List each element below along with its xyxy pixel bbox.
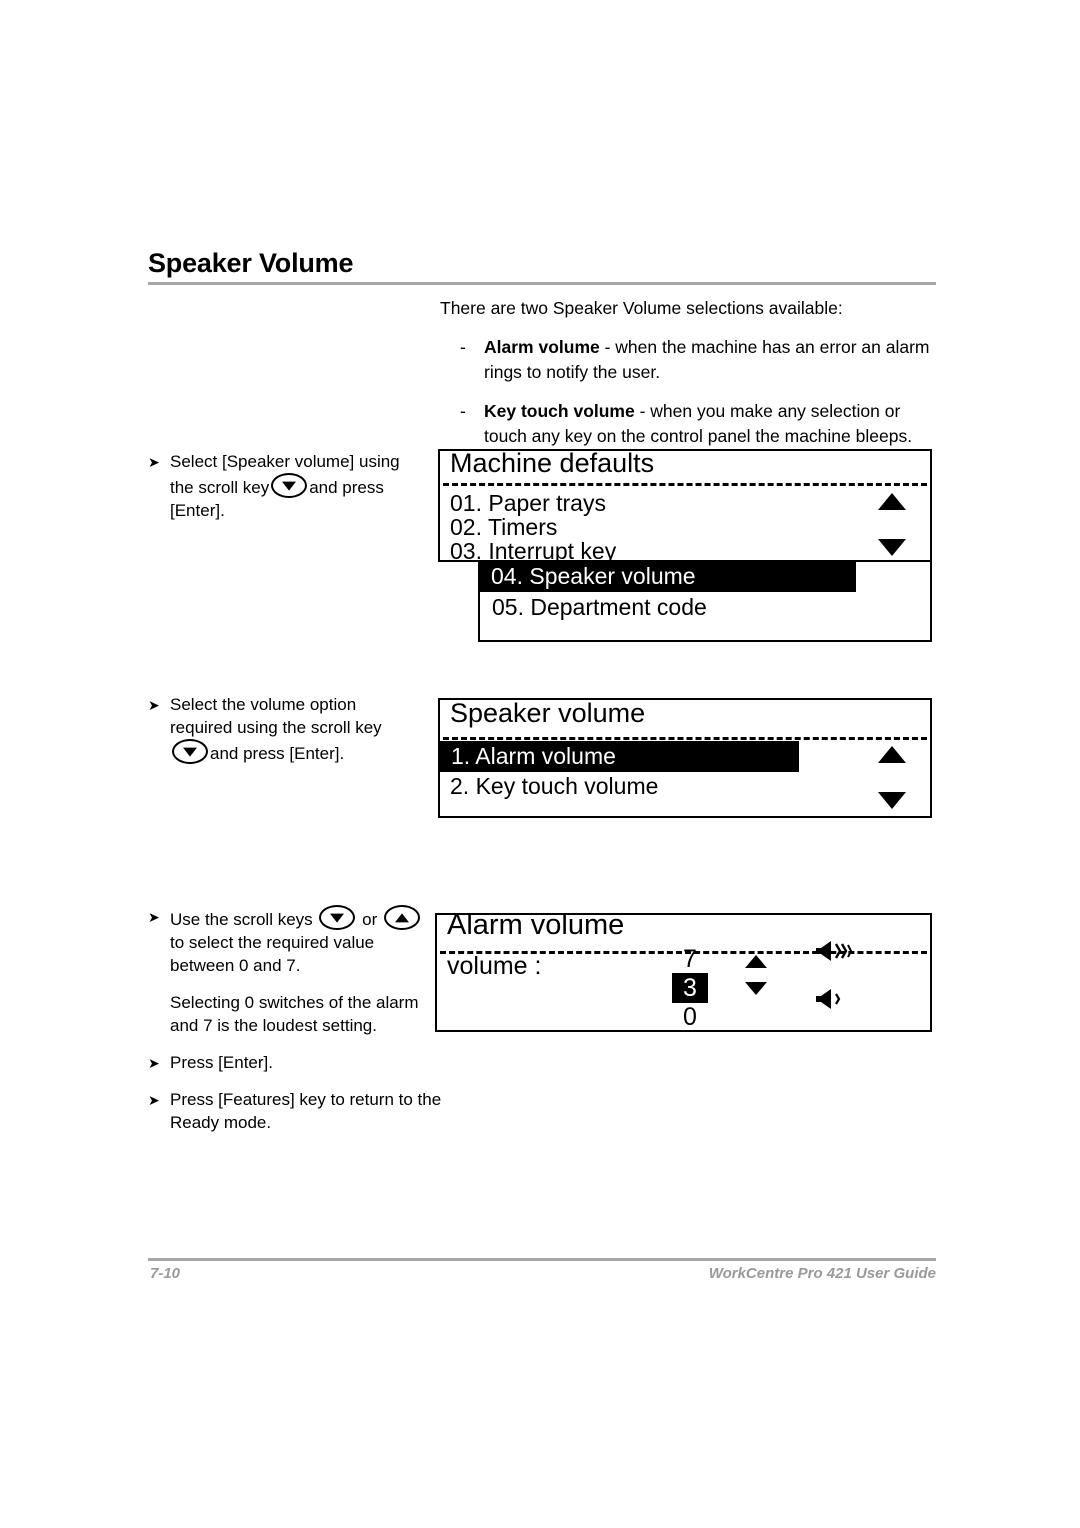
- lcd-panel-machine-defaults-upper: Machine defaults 01. Paper trays 02. Tim…: [438, 448, 932, 564]
- step-2-text-part-1: Select the volume option required using …: [170, 695, 382, 737]
- lcd-list-item[interactable]: 2. Key touch volume: [450, 771, 658, 801]
- bullet-dash: -: [460, 337, 466, 357]
- footer-divider: [148, 1258, 936, 1261]
- intro-bullet-alarm-volume: - Alarm volume - when the machine has an …: [440, 335, 940, 385]
- intro-block: There are two Speaker Volume selections …: [440, 296, 940, 463]
- lcd-panel-machine-defaults-lower: 04. Speaker volume 05. Department code: [478, 560, 932, 642]
- lcd-title-speaker-volume: Speaker volume: [450, 698, 646, 728]
- step-1: ➤ Select [Speaker volume] using the scrol…: [148, 450, 420, 522]
- lcd-list-item-selected[interactable]: 1. Alarm volume: [439, 741, 799, 772]
- volume-value-stepper[interactable]: 7 3 0: [655, 945, 725, 1031]
- scroll-down-arrow-icon[interactable]: [745, 982, 767, 995]
- step-bullet-arrow: ➤: [148, 1055, 160, 1071]
- step-2: ➤ Select the volume option required using…: [148, 693, 420, 765]
- step-4: ➤ Press [Enter].: [148, 1051, 428, 1074]
- bullet-term: Alarm volume: [484, 337, 600, 357]
- instruction-step-1: ➤ Select [Speaker volume] using the scrol…: [148, 450, 420, 522]
- volume-current-value[interactable]: 3: [672, 973, 708, 1003]
- volume-min-value: 0: [683, 1003, 697, 1031]
- lcd-value-label: volume :: [447, 952, 542, 980]
- scroll-down-key-icon: [172, 739, 208, 764]
- intro-lead: There are two Speaker Volume selections …: [440, 298, 843, 318]
- step-3-text-part-2: or: [362, 910, 378, 929]
- step-5: ➤ Press [Features] key to return to the R…: [148, 1088, 470, 1134]
- lcd-panel-speaker-volume: Speaker volume 1. Alarm volume 2. Key to…: [438, 698, 932, 818]
- page-title: Speaker Volume: [148, 248, 354, 278]
- lcd-list-item[interactable]: 05. Department code: [492, 592, 707, 622]
- footer-guide-title: WorkCentre Pro 421 User Guide: [708, 1265, 936, 1282]
- step-bullet-arrow: ➤: [148, 909, 160, 925]
- scroll-down-arrow-icon[interactable]: [878, 539, 906, 556]
- scroll-down-key-icon: [319, 905, 356, 930]
- lcd-title-machine-defaults: Machine defaults: [450, 448, 655, 478]
- lcd-list-item-selected[interactable]: 04. Speaker volume: [479, 561, 856, 592]
- scroll-down-key-icon: [271, 473, 308, 498]
- scroll-up-arrow-icon[interactable]: [878, 493, 906, 510]
- step-3-note: Selecting 0 switches of the alarm and 7 …: [170, 993, 419, 1035]
- scroll-up-arrow-icon[interactable]: [878, 746, 906, 763]
- scroll-up-key-icon: [384, 905, 420, 930]
- bullet-term: Key touch volume: [484, 401, 635, 421]
- step-3-text-part-3: to select the required value between 0 a…: [170, 933, 375, 975]
- volume-max-value: 7: [683, 945, 697, 973]
- lcd-panel-alarm-volume: Alarm volume volume : 7 3 0: [435, 909, 932, 1032]
- scroll-up-arrow-icon[interactable]: [745, 955, 767, 968]
- bullet-dash: -: [460, 401, 466, 421]
- speaker-loud-icon: [815, 937, 857, 970]
- step-bullet-arrow: ➤: [148, 1092, 160, 1108]
- lcd-title-alarm-volume: Alarm volume: [447, 909, 625, 941]
- step-bullet-arrow: ➤: [148, 697, 160, 713]
- step-2-text-part-2: and press [Enter].: [210, 744, 345, 763]
- instruction-step-3: ➤ Use the scroll keys or to select the re…: [148, 905, 441, 1134]
- step-bullet-arrow: ➤: [148, 454, 160, 470]
- speaker-quiet-icon: [815, 985, 857, 1018]
- instruction-step-2: ➤ Select the volume option required using…: [148, 693, 420, 765]
- title-divider: [148, 282, 936, 285]
- step-3-text-part-1: Use the scroll keys: [170, 910, 313, 929]
- step-4-text: Press [Enter].: [170, 1053, 273, 1072]
- intro-bullet-key-touch-volume: - Key touch volume - when you make any se…: [440, 399, 940, 449]
- lcd-divider-dotted: [443, 483, 927, 486]
- footer-page-number: 7-10: [150, 1265, 181, 1282]
- lcd-divider-dotted: [443, 737, 927, 740]
- step-3: ➤ Use the scroll keys or to select the re…: [148, 905, 428, 977]
- step-5-text: Press [Features] key to return to the Re…: [170, 1090, 442, 1132]
- scroll-down-arrow-icon[interactable]: [878, 792, 906, 809]
